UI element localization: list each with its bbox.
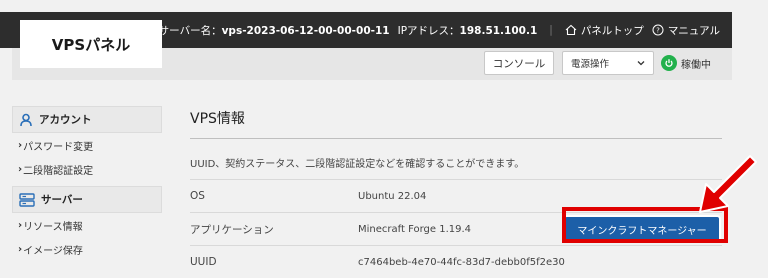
ip-address: 198.51.100.1 xyxy=(459,24,538,37)
console-button[interactable]: コンソール xyxy=(484,51,554,75)
logo[interactable]: VPSパネル xyxy=(20,20,162,68)
sidebar-section-account: アカウント xyxy=(12,106,162,133)
power-select[interactable]: 電源操作 xyxy=(562,51,654,75)
caret-right-icon: › xyxy=(18,139,23,151)
caret-right-icon: › xyxy=(18,163,23,175)
server-icon xyxy=(19,192,35,207)
row-key: OS xyxy=(190,190,205,202)
caret-right-icon: › xyxy=(18,219,23,231)
manual-link[interactable]: ? マニュアル xyxy=(652,23,720,38)
page-description: UUID、契約ステータス、二段階認証設定などを確認することができます。 xyxy=(190,159,525,170)
arrow-annotation-icon xyxy=(699,155,757,213)
ip-info: IPアドレス：198.51.100.1 xyxy=(397,24,538,37)
row-value: c7464beb-4e70-44fc-83d7-debb0f5f2e30 xyxy=(358,256,565,268)
sidebar: アカウント › パスワード変更 › 二段階認証設定 サーバー › リソース情報 › イメ… xyxy=(12,106,162,261)
sidebar-item-password[interactable]: › パスワード変更 xyxy=(12,133,162,157)
sidebar-section-server: サーバー xyxy=(12,186,162,213)
page-title: VPS情報 xyxy=(190,108,722,139)
server-name: vps-2023-06-12-00-00-00-11 xyxy=(221,24,390,37)
svg-text:?: ? xyxy=(656,27,660,35)
chevron-down-icon xyxy=(637,61,645,66)
info-row-uuid: UUID c7464beb-4e70-44fc-83d7-debb0f5f2e3… xyxy=(190,245,722,278)
header-separator: | xyxy=(549,24,553,36)
server-info: サーバー名：vps-2023-06-12-00-00-00-11 xyxy=(158,24,390,37)
row-key: UUID xyxy=(190,256,217,268)
panel-top-link[interactable]: パネルトップ xyxy=(565,23,644,38)
caret-right-icon: › xyxy=(18,243,23,255)
home-icon xyxy=(565,24,577,36)
row-key: アプリケーション xyxy=(190,223,274,236)
row-value: Ubuntu 22.04 xyxy=(358,190,427,202)
user-icon xyxy=(20,113,32,126)
row-value: Minecraft Forge 1.19.4 xyxy=(358,223,472,235)
help-icon: ? xyxy=(652,24,664,36)
sidebar-item-two-factor[interactable]: › 二段階認証設定 xyxy=(12,157,162,181)
main-content: VPS情報 UUID、契約ステータス、二段階認証設定などを確認することができます… xyxy=(190,108,722,278)
sidebar-item-image-save[interactable]: › イメージ保存 xyxy=(12,237,162,261)
status-badge: 稼働中 xyxy=(661,55,711,71)
power-icon xyxy=(661,55,677,71)
sidebar-item-resources[interactable]: › リソース情報 xyxy=(12,213,162,237)
